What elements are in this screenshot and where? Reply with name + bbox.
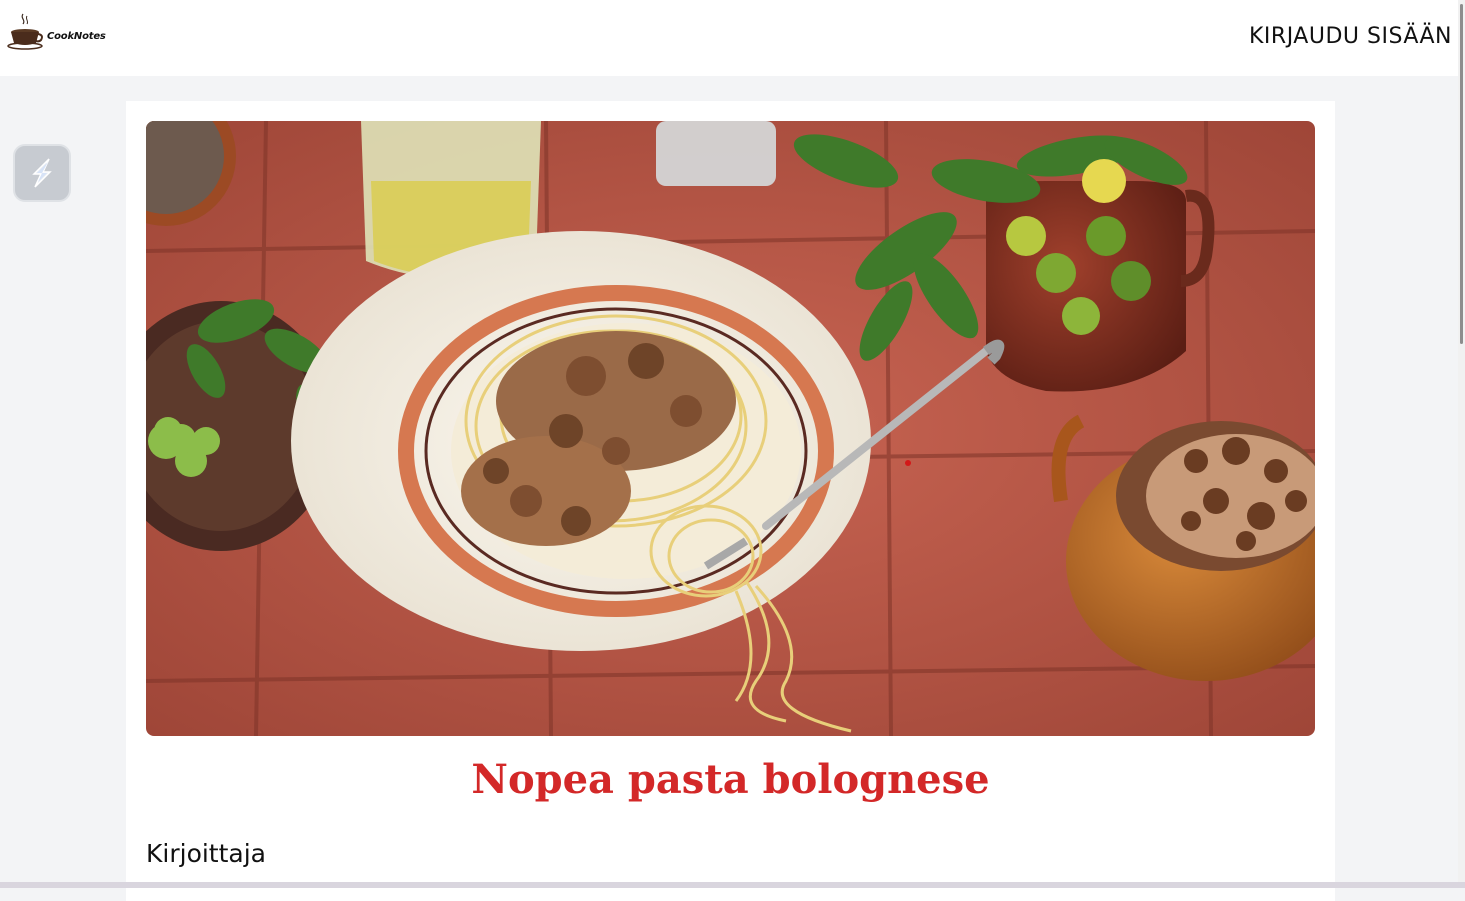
bottom-bar: [0, 882, 1465, 888]
logo-text: CookNotes: [47, 30, 106, 42]
coffee-cup-icon: [7, 13, 43, 50]
s-logo-icon: [32, 158, 52, 188]
scrollbar-thumb[interactable]: [1460, 4, 1463, 344]
recipe-card: Nopea pasta bolognese Kirjoittaja: [126, 101, 1335, 901]
page-scrollbar[interactable]: [1458, 0, 1465, 888]
author-label: Kirjoittaja: [146, 839, 266, 868]
recipe-title: Nopea pasta bolognese: [471, 756, 990, 803]
cooknotes-logo[interactable]: CookNotes: [7, 12, 125, 52]
hero-image: [146, 121, 1315, 736]
s-logo-button[interactable]: [13, 144, 71, 202]
login-link[interactable]: KIRJAUDU SISÄÄN: [1249, 24, 1452, 49]
pasta-bolognese-photo: [146, 121, 1315, 736]
site-header: CookNotes KIRJAUDU SISÄÄN: [0, 0, 1458, 76]
